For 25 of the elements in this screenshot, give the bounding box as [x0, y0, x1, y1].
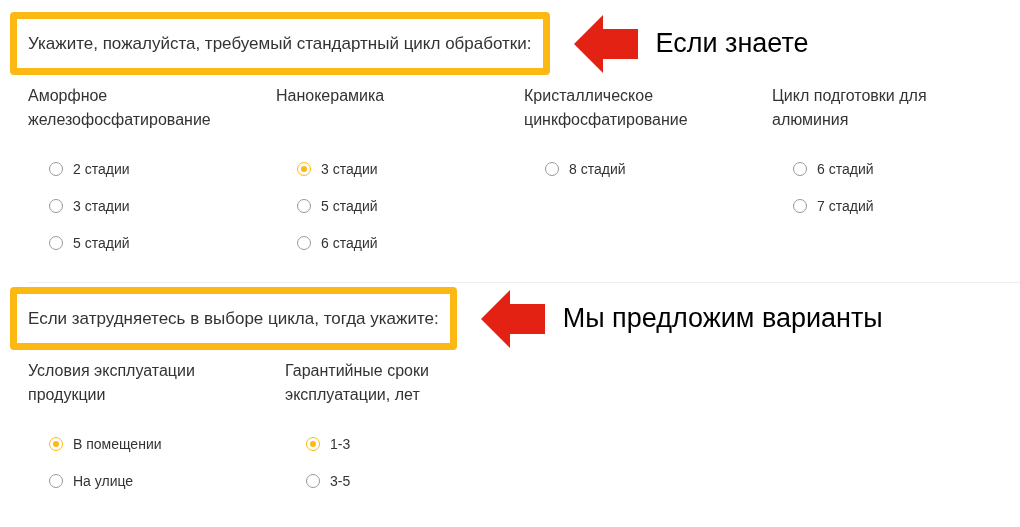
group-label: Нанокерамика: [276, 86, 386, 106]
option-label: 2 стадии: [73, 159, 130, 179]
option-label: 3-5: [330, 471, 351, 491]
option-label: 1-3: [330, 434, 351, 454]
group-label: Гарантийные сроки эксплуатации, лет: [285, 361, 430, 405]
option-label: 6 стадий: [817, 159, 874, 179]
option-label: 8 стадий: [569, 159, 626, 179]
group-label: Кристаллическое цинкфосфатирование: [524, 86, 689, 130]
option-label: 6 стадий: [321, 233, 378, 253]
option-label: На улице: [73, 471, 134, 491]
option-label: 5 стадий: [73, 233, 130, 253]
option-label: 3 стадии: [321, 159, 378, 179]
annotation-text: Если знаете: [655, 27, 809, 61]
group-label: Условия эксплуатации продукции: [28, 361, 196, 405]
option-label: 7 стадий: [817, 196, 874, 216]
section-heading: Если затрудняетесь в выборе цикла, тогда укажите:: [10, 287, 457, 350]
group-label: Аморфное железофосфатирование: [28, 86, 212, 130]
option-label: 3 стадии: [73, 196, 130, 216]
group-label: Цикл подготовки для алюминия: [772, 86, 928, 130]
arrow-icon: [573, 14, 638, 73]
arrow-icon: [480, 289, 545, 348]
annotation-text: Мы предложим варианты: [562, 302, 883, 336]
option-label: 5 стадий: [321, 196, 378, 216]
option-label: В помещении: [73, 434, 162, 454]
section-heading: Укажите, пожалуйста, требуемый стандартный цикл обработки:: [10, 12, 550, 75]
